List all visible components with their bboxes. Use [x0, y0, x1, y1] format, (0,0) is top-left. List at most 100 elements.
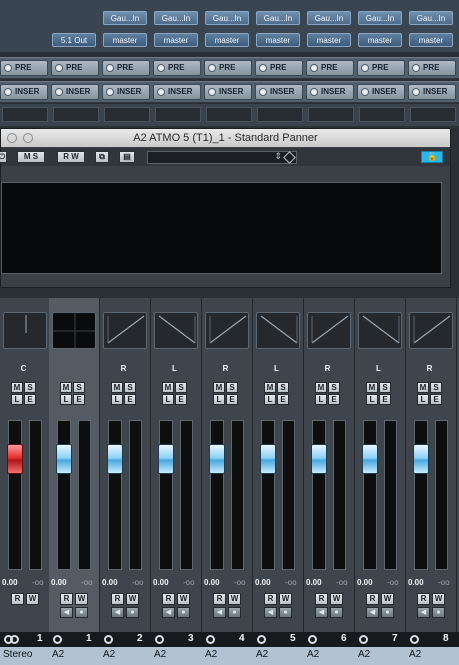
input-routing-chip[interactable]: Gau...In	[154, 11, 198, 25]
volume-value[interactable]: 0.00	[51, 578, 67, 587]
fader-track[interactable]	[210, 420, 224, 570]
fader-track[interactable]	[108, 420, 122, 570]
channel-name[interactable]: A2	[409, 649, 421, 660]
output-routing-chip[interactable]: master	[307, 33, 351, 47]
channel-input-icon[interactable]	[359, 635, 368, 644]
channel-input-icon[interactable]	[257, 635, 266, 644]
insert-button[interactable]: INSER	[51, 84, 99, 100]
channel-name[interactable]: A2	[52, 649, 64, 660]
read-automation-button[interactable]: R	[60, 593, 73, 605]
solo-button[interactable]: S	[328, 382, 340, 393]
fader-handle[interactable]	[362, 444, 378, 474]
panner-thumbnail[interactable]	[103, 312, 147, 349]
mute-button[interactable]: M	[11, 382, 23, 393]
insert-button[interactable]: INSER	[255, 84, 303, 100]
pre-button[interactable]: PRE	[0, 60, 48, 76]
mute-button[interactable]: M	[315, 382, 327, 393]
fader-handle[interactable]	[158, 444, 174, 474]
insert-slot[interactable]	[53, 107, 99, 122]
channel-strip[interactable]: L M S L E 0.00 -oo R W ◀ ●	[253, 298, 304, 632]
solo-button[interactable]: S	[124, 382, 136, 393]
channel-name[interactable]: Stereo	[3, 649, 32, 660]
read-automation-button[interactable]: R	[162, 593, 175, 605]
mute-button[interactable]: M	[60, 382, 72, 393]
solo-button[interactable]: S	[277, 382, 289, 393]
fader-track[interactable]	[363, 420, 377, 570]
volume-value[interactable]: 0.00	[102, 578, 118, 587]
pre-button[interactable]: PRE	[153, 60, 201, 76]
channel-input-icon[interactable]	[308, 635, 317, 644]
mute-button[interactable]: M	[213, 382, 225, 393]
pre-button[interactable]: PRE	[306, 60, 354, 76]
channel-strip[interactable]: M S L E 0.00 -oo R W ◀ ●	[49, 298, 100, 632]
panner-thumbnail[interactable]	[358, 312, 402, 349]
monitor-icon[interactable]: ◀	[162, 607, 175, 618]
fader-handle[interactable]	[311, 444, 327, 474]
mute-button[interactable]: M	[111, 382, 123, 393]
fader-track[interactable]	[159, 420, 173, 570]
volume-value[interactable]: 0.00	[306, 578, 322, 587]
insert-button[interactable]: INSER	[357, 84, 405, 100]
channel-strip[interactable]: R M S L E 0.00 -oo R W ◀ ●	[100, 298, 151, 632]
channel-strip[interactable]: L M S L E 0.00 -oo R W ◀ ●	[151, 298, 202, 632]
monitor-icon[interactable]: ◀	[213, 607, 226, 618]
insert-slot[interactable]	[155, 107, 201, 122]
insert-button[interactable]: INSER	[153, 84, 201, 100]
channel-strip[interactable]: R M S L E 0.00 -oo R W ◀ ●	[202, 298, 253, 632]
input-routing-chip[interactable]: Gau...In	[307, 11, 351, 25]
channel-strip[interactable]: R M S L E 0.00 -oo R W ◀ ●	[406, 298, 457, 632]
lock-icon[interactable]: 🔓	[421, 151, 443, 163]
channel-strip[interactable]: R M S L E 0.00 -oo R W ◀ ●	[304, 298, 355, 632]
output-routing-chip[interactable]: master	[358, 33, 402, 47]
monitor-icon[interactable]: ◀	[111, 607, 124, 618]
record-icon[interactable]: ●	[228, 607, 241, 618]
fader-track[interactable]	[312, 420, 326, 570]
output-routing-chip[interactable]: master	[409, 33, 453, 47]
edit-button[interactable]: E	[175, 394, 187, 405]
volume-value[interactable]: 0.00	[357, 578, 373, 587]
edit-button[interactable]: E	[226, 394, 238, 405]
mute-solo-button[interactable]: M S	[17, 151, 45, 163]
channel-strip[interactable]: C M S L E 0.00 -oo R W	[0, 298, 51, 632]
pre-button[interactable]: PRE	[408, 60, 456, 76]
record-icon[interactable]: ●	[126, 607, 139, 618]
output-routing-chip[interactable]: master	[154, 33, 198, 47]
record-icon[interactable]: ●	[279, 607, 292, 618]
channel-input-icon[interactable]	[410, 635, 419, 644]
solo-button[interactable]: S	[430, 382, 442, 393]
record-icon[interactable]: ●	[75, 607, 88, 618]
edit-button[interactable]: E	[24, 394, 36, 405]
solo-button[interactable]: S	[226, 382, 238, 393]
edit-button[interactable]: E	[379, 394, 391, 405]
panner-thumbnail[interactable]	[409, 312, 453, 349]
mute-button[interactable]: M	[264, 382, 276, 393]
input-routing-chip[interactable]: Gau...In	[103, 11, 147, 25]
solo-button[interactable]: S	[379, 382, 391, 393]
channel-strip[interactable]: L M S L E 0.00 -oo R W ◀ ●	[355, 298, 406, 632]
write-automation-button[interactable]: W	[381, 593, 394, 605]
channel-name[interactable]: A2	[205, 649, 217, 660]
insert-button[interactable]: INSER	[102, 84, 150, 100]
read-automation-button[interactable]: R	[417, 593, 430, 605]
input-routing-chip[interactable]: Gau...In	[409, 11, 453, 25]
mute-button[interactable]: M	[417, 382, 429, 393]
write-automation-button[interactable]: W	[177, 593, 190, 605]
listen-button[interactable]: L	[417, 394, 429, 405]
panner-thumbnail[interactable]	[205, 312, 249, 349]
edit-button[interactable]: E	[430, 394, 442, 405]
solo-button[interactable]: S	[73, 382, 85, 393]
monitor-icon[interactable]: ◀	[60, 607, 73, 618]
edit-button[interactable]: E	[124, 394, 136, 405]
channel-name[interactable]: A2	[358, 649, 370, 660]
insert-slot[interactable]	[410, 107, 456, 122]
channel-name[interactable]: A2	[103, 649, 115, 660]
panner-thumbnail[interactable]	[307, 312, 351, 349]
channel-input-icon[interactable]	[206, 635, 215, 644]
write-automation-button[interactable]: W	[330, 593, 343, 605]
write-automation-button[interactable]: W	[26, 593, 39, 605]
input-routing-chip[interactable]: Gau...In	[205, 11, 249, 25]
input-routing-chip[interactable]: Gau...In	[358, 11, 402, 25]
channel-name[interactable]: A2	[307, 649, 319, 660]
output-routing-chip[interactable]: master	[103, 33, 147, 47]
channel-name[interactable]: A2	[154, 649, 166, 660]
